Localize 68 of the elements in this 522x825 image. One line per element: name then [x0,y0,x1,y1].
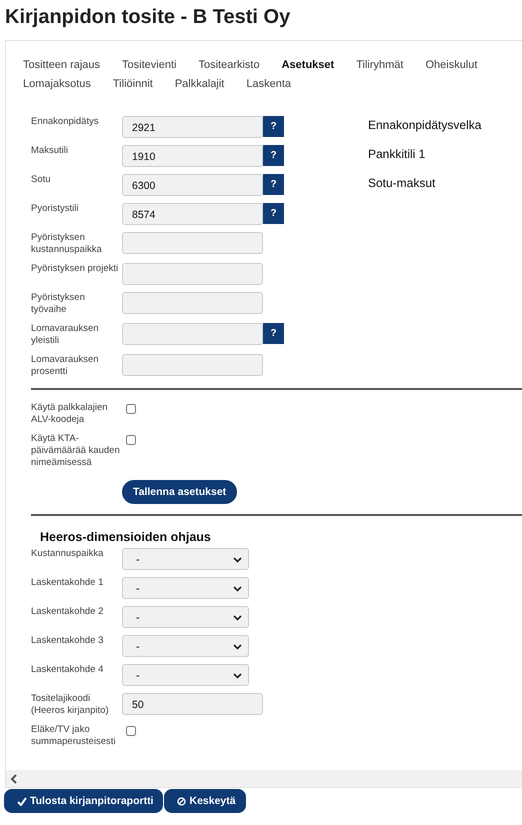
footer-button[interactable]: Tulosta kirjanpitoraportti [4,789,164,813]
select-field[interactable]: - [122,548,249,570]
page-title: Kirjanpidon tosite - B Testi Oy [4,5,292,30]
input-field[interactable]: 6300 [122,174,263,196]
tab[interactable]: Asetukset [282,57,334,73]
tab[interactable]: Lomajaksotus [23,76,91,92]
field-label: Pyöristyksen työvaihe [31,292,86,316]
field-label: Käytä KTA-päivämäärää kauden nimeämisessä [31,433,121,469]
scroll-left-icon[interactable] [10,774,18,784]
input-field[interactable] [122,323,263,345]
field-label: Sotu [31,174,52,186]
horizontal-scrollbar[interactable] [6,770,522,787]
tab[interactable]: Tiliöinnit [112,76,153,92]
input-field[interactable] [122,232,263,254]
field-label: Pyöristyksen kustannuspaikka [31,232,103,256]
checkbox[interactable] [126,726,136,736]
account-name: Sotu-maksut [368,175,436,192]
ban-icon [177,796,186,806]
tab[interactable]: Laskenta [246,76,292,92]
field-label: Eläke/TV jako summaperusteisesti [31,724,116,748]
tab[interactable]: Oheiskulut [425,57,478,73]
field-label: Kustannuspaikka [31,548,104,560]
input-field[interactable]: 1910 [122,145,263,167]
tab[interactable]: Palkkalajit [174,76,224,92]
field-label: Laskentakohde 1 [31,577,104,589]
field-label: Pyoristystili [31,203,80,215]
input-field[interactable]: 2921 [122,116,263,138]
tab[interactable]: Tositteen rajaus [23,57,100,73]
field-label: Käytä palkkalajien ALV-koodeja [31,402,109,426]
select-field[interactable]: - [122,664,249,686]
help-button[interactable]: ? [263,323,284,344]
chevron-down-icon [233,557,242,563]
section-heading: Heeros-dimensioiden ohjaus [40,530,212,544]
input-field[interactable] [122,263,263,285]
field-label: Lomavarauksen yleistili [31,323,100,347]
help-button[interactable]: ? [263,203,284,224]
field-label: Laskentakohde 3 [31,635,104,647]
chevron-down-icon [233,586,242,592]
help-button[interactable]: ? [263,145,284,166]
input-field[interactable]: 50 [122,693,263,715]
select-field[interactable]: - [122,606,249,628]
field-label: Maksutili [31,145,69,157]
input-field[interactable] [122,354,263,376]
field-label: Laskentakohde 4 [31,664,104,676]
tab[interactable]: Tositearkisto [198,57,260,73]
account-name: Ennakonpidätysvelka [368,117,482,134]
chevron-down-icon [233,644,242,650]
account-name: Pankkitili 1 [368,146,426,163]
field-label: Lomavarauksen prosentti [31,354,100,378]
chevron-down-icon [233,673,242,679]
checkbox[interactable] [126,404,136,414]
chevron-down-icon [233,615,242,621]
input-field[interactable]: 8574 [122,203,263,225]
help-button[interactable]: ? [263,116,284,137]
footer-button[interactable]: Keskeytä [164,789,246,813]
field-label: Pyöristyksen projekti [31,263,120,275]
field-label: Laskentakohde 2 [31,606,104,618]
select-field[interactable]: - [122,577,249,599]
tab[interactable]: Tositevienti [122,57,176,73]
field-label: Tositelajikoodi (Heeros kirjanpito) [31,693,110,717]
field-label: Ennakonpidätys [31,116,100,128]
select-field[interactable]: - [122,635,249,657]
tab[interactable]: Tiliryhmät [356,57,404,73]
input-field[interactable] [122,292,263,314]
check-icon [17,796,27,806]
help-button[interactable]: ? [263,174,284,195]
save-button[interactable]: Tallenna asetukset [122,480,238,504]
checkbox[interactable] [126,435,136,445]
